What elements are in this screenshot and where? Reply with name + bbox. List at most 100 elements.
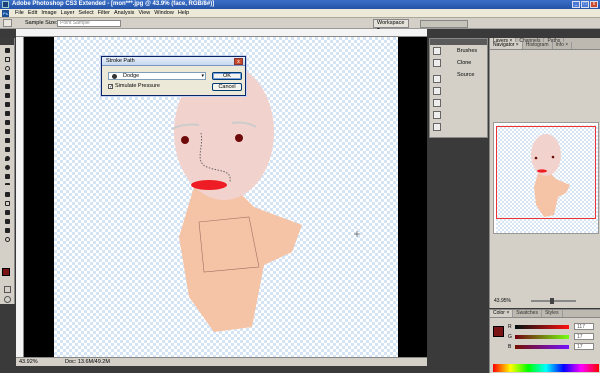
- zoom-tool-icon[interactable]: [3, 235, 12, 243]
- menu-image[interactable]: Image: [39, 9, 58, 18]
- ok-button[interactable]: OK: [212, 72, 242, 80]
- dialog-title: Stroke Path: [102, 57, 245, 66]
- dock-item-clone-source[interactable]: Clone Source: [430, 57, 489, 78]
- lasso-tool-icon[interactable]: [3, 64, 12, 72]
- crosshair-cursor-icon: [354, 231, 360, 237]
- color-spectrum-ramp[interactable]: [493, 364, 599, 372]
- tool-presets-icon[interactable]: [433, 123, 441, 131]
- history-icon[interactable]: [433, 75, 441, 83]
- paragraph-icon[interactable]: [433, 111, 441, 119]
- palette-well: [420, 20, 468, 28]
- quick-mask-icon[interactable]: [4, 286, 11, 293]
- window-title-bar: Adobe Photoshop CS3 Extended - [mon***.j…: [0, 0, 600, 9]
- gradient-tool-icon[interactable]: [3, 145, 12, 153]
- menu-analysis[interactable]: Analysis: [112, 9, 136, 18]
- navigator-preview[interactable]: [493, 122, 599, 234]
- simulate-pressure-label[interactable]: Simulate Pressure: [115, 83, 160, 90]
- menu-layer[interactable]: Layer: [59, 9, 77, 18]
- menu-view[interactable]: View: [136, 9, 152, 18]
- history-brush-tool-icon[interactable]: [3, 127, 12, 135]
- move-tool-icon[interactable]: [3, 46, 12, 54]
- channel-label-g: G: [508, 334, 512, 340]
- foreground-color-swatch[interactable]: [2, 268, 10, 276]
- status-zoom[interactable]: 43.92%: [19, 358, 38, 367]
- path-selection-tool-icon[interactable]: [3, 190, 12, 198]
- navigator-zoom-knob[interactable]: [550, 298, 554, 304]
- toolbox-header[interactable]: [0, 38, 14, 45]
- close-button[interactable]: x: [590, 1, 598, 8]
- minimize-button[interactable]: _: [572, 1, 580, 8]
- slice-tool-icon[interactable]: [3, 91, 12, 99]
- navigator-zoom-row: 43.95%: [494, 297, 600, 305]
- menu-help[interactable]: Help: [176, 9, 191, 18]
- input-r[interactable]: 117: [574, 323, 594, 330]
- input-b[interactable]: 17: [574, 343, 594, 350]
- left-eye: [181, 136, 189, 144]
- dodge-tool-icon[interactable]: [3, 163, 12, 171]
- window-title: Adobe Photoshop CS3 Extended - [mon***.j…: [12, 1, 215, 7]
- tab-histogram[interactable]: Histogram: [523, 42, 553, 49]
- input-g[interactable]: 17: [574, 333, 594, 340]
- maximize-button[interactable]: □: [581, 1, 589, 8]
- tool-select[interactable]: Dodge ▾: [108, 72, 206, 80]
- tab-navigator[interactable]: Navigator ×: [490, 42, 523, 49]
- menu-items: File Edit Image Layer Select Filter Anal…: [13, 9, 191, 18]
- menu-file[interactable]: File: [13, 9, 26, 18]
- dialog-close-icon[interactable]: x: [234, 58, 243, 65]
- menu-edit[interactable]: Edit: [26, 9, 39, 18]
- chevron-down-icon: ▾: [201, 73, 204, 79]
- navigator-view-rectangle[interactable]: [496, 126, 596, 219]
- healing-brush-tool-icon[interactable]: [3, 100, 12, 108]
- navigator-zoom-value[interactable]: 43.95%: [494, 297, 511, 305]
- color-foreground-swatch[interactable]: [493, 326, 504, 337]
- dock-item-brushes[interactable]: Brushes: [430, 45, 489, 57]
- hand-tool-icon[interactable]: [3, 226, 12, 234]
- status-doc-size: Doc: 13.6M/49.2M: [65, 359, 110, 365]
- menu-window[interactable]: Window: [152, 9, 176, 18]
- horizontal-ruler[interactable]: [16, 29, 427, 37]
- dock-item-label: Clone Source: [457, 60, 475, 78]
- quick-select-tool-icon[interactable]: [3, 73, 12, 81]
- tab-styles[interactable]: Styles: [542, 310, 563, 317]
- window-controls: _ □ x: [572, 1, 598, 8]
- eraser-tool-icon[interactable]: [3, 136, 12, 144]
- body-shape: [179, 187, 302, 332]
- blur-tool-icon[interactable]: [3, 154, 12, 162]
- options-bar: Sample Size: Point Sample Workspace ▾: [0, 18, 600, 33]
- marquee-tool-icon[interactable]: [3, 55, 12, 63]
- shape-tool-icon[interactable]: [3, 199, 12, 207]
- cancel-button[interactable]: Cancel: [212, 83, 242, 91]
- simulate-pressure-checkbox[interactable]: ✓: [108, 84, 113, 90]
- slider-b[interactable]: [515, 345, 569, 349]
- app-icon: [2, 1, 9, 8]
- stroke-path-dialog: Stroke Path x Dodge ▾ ✓ Simulate Pressur…: [101, 56, 246, 96]
- type-tool-icon[interactable]: [3, 181, 12, 189]
- brush-tool-icon[interactable]: [3, 109, 12, 117]
- tab-color[interactable]: Color ×: [490, 310, 514, 317]
- sample-size-select[interactable]: Point Sample: [57, 20, 121, 27]
- vertical-ruler[interactable]: [16, 37, 24, 357]
- color-panel: Color × Swatches Styles R 117 G 17 B 17: [489, 309, 600, 373]
- color-tabs: Color × Swatches Styles: [490, 310, 600, 318]
- eyedropper-tool-icon[interactable]: [3, 19, 12, 27]
- character-icon[interactable]: [433, 99, 441, 107]
- menu-select[interactable]: Select: [76, 9, 95, 18]
- clone-stamp-tool-icon[interactable]: [3, 118, 12, 126]
- slider-r[interactable]: [515, 325, 569, 329]
- eyedropper-tool-icon[interactable]: [3, 217, 12, 225]
- brush-icon: [433, 47, 441, 55]
- right-eye: [235, 134, 243, 142]
- actions-icon[interactable]: [433, 87, 441, 95]
- dodge-icon: [112, 74, 117, 79]
- tab-info[interactable]: Info ×: [553, 42, 573, 49]
- tab-swatches[interactable]: Swatches: [513, 310, 542, 317]
- status-bar: 43.92% Doc: 13.6M/49.2M: [16, 357, 427, 366]
- notes-tool-icon[interactable]: [3, 208, 12, 216]
- pen-tool-icon[interactable]: [3, 172, 12, 180]
- screen-mode-icon[interactable]: [4, 296, 11, 303]
- clone-source-icon: [433, 59, 441, 67]
- workspace-button[interactable]: Workspace ▾: [373, 19, 409, 33]
- menu-filter[interactable]: Filter: [96, 9, 112, 18]
- slider-g[interactable]: [515, 335, 569, 339]
- crop-tool-icon[interactable]: [3, 82, 12, 90]
